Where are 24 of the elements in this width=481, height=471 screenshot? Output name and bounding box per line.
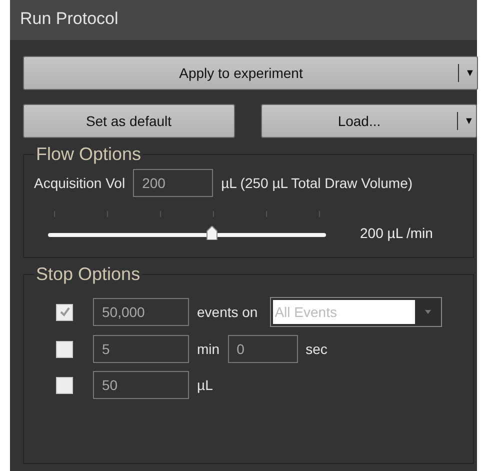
group-title: Flow Options: [35, 144, 142, 165]
field-label: Acquisition Vol: [34, 175, 126, 191]
unit-label: µL (250 µL Total Draw Volume): [221, 175, 413, 191]
check-icon: [58, 306, 70, 318]
load-button[interactable]: Load... ▼: [260, 104, 477, 138]
input-field[interactable]: 0: [228, 335, 298, 363]
unit-label: min: [197, 341, 220, 357]
set-default-button[interactable]: Set as default: [23, 104, 234, 138]
checkbox[interactable]: [56, 304, 73, 320]
caret-icon: [422, 309, 433, 315]
apply-button[interactable]: Apply to experiment ▼: [23, 56, 478, 90]
unit-label: sec: [306, 341, 328, 357]
group-title: Stop Options: [35, 264, 142, 285]
flow-rate-reading: 200 µL /min: [360, 225, 433, 243]
input-field[interactable]: 50: [93, 371, 189, 399]
checkbox[interactable]: [56, 340, 73, 358]
input-field[interactable]: 200: [133, 169, 214, 197]
input-field[interactable]: 5: [93, 335, 189, 363]
window-title: Run Protocol: [10, 0, 477, 40]
unit-label: µL: [197, 377, 213, 393]
checkbox[interactable]: [56, 376, 73, 394]
slider-thumb[interactable]: [206, 226, 218, 240]
input-field[interactable]: 50,000: [93, 298, 189, 326]
unit-label: events on: [197, 304, 258, 320]
